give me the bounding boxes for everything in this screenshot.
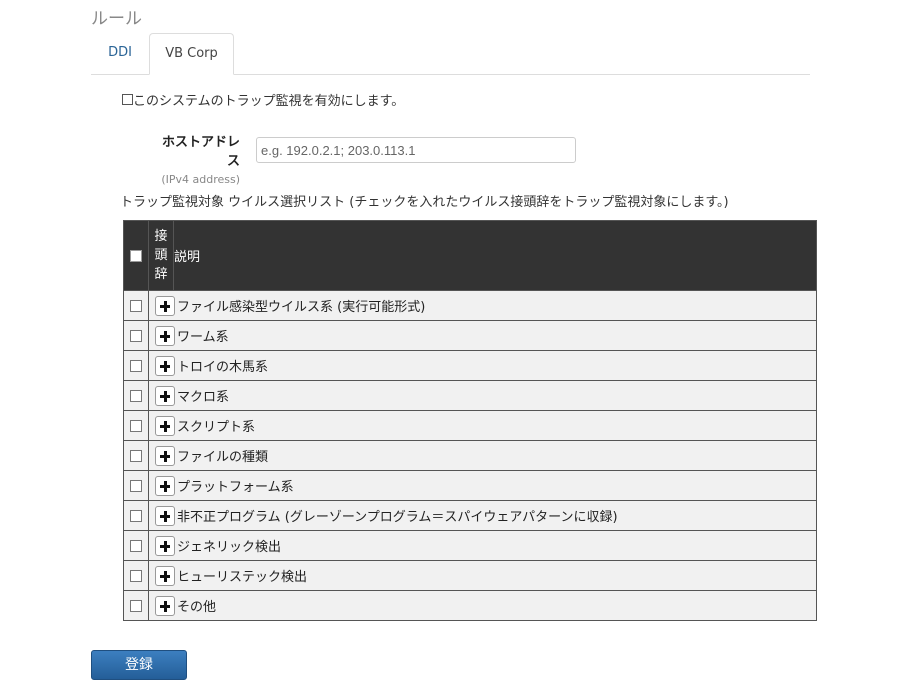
- row-description-cell: ジェネリック検出: [148, 530, 817, 561]
- expand-plus-icon[interactable]: [155, 385, 175, 406]
- row-checkbox[interactable]: [130, 389, 142, 402]
- row-checkbox[interactable]: [130, 419, 142, 432]
- select-all-checkbox[interactable]: [130, 249, 142, 262]
- table-row: その他: [123, 590, 817, 621]
- row-check-cell: [123, 500, 149, 531]
- row-check-cell: [123, 320, 149, 351]
- row-description-cell: スクリプト系: [148, 410, 817, 441]
- row-description-cell: ファイルの種類: [148, 440, 817, 471]
- enable-trap-label: このシステムのトラップ監視を有効にします。: [133, 94, 405, 109]
- enable-trap-checkbox[interactable]: [122, 94, 133, 105]
- virus-list-caption: トラップ監視対象 ウイルス選択リスト (チェックを入れたウイルス接頭辞をトラップ…: [120, 195, 729, 210]
- row-label: ワーム系: [177, 330, 229, 345]
- row-description-cell: 非不正プログラム (グレーゾーンプログラム＝スパイウェアパターンに収録): [148, 500, 817, 531]
- row-description-cell: その他: [148, 590, 817, 621]
- row-label: トロイの木馬系: [177, 360, 269, 375]
- table-row: プラットフォーム系: [123, 470, 817, 501]
- table-row: スクリプト系: [123, 410, 817, 441]
- row-description-cell: マクロ系: [148, 380, 817, 411]
- expand-plus-icon[interactable]: [155, 535, 175, 556]
- row-check-cell: [123, 440, 149, 471]
- row-check-cell: [123, 590, 149, 621]
- expand-plus-icon[interactable]: [155, 505, 175, 526]
- expand-plus-icon[interactable]: [155, 325, 175, 346]
- row-description-cell: プラットフォーム系: [148, 470, 817, 501]
- table-row: ファイル感染型ウイルス系 (実行可能形式): [123, 290, 817, 321]
- expand-plus-icon[interactable]: [155, 595, 175, 616]
- row-check-cell: [123, 410, 149, 441]
- row-check-cell: [123, 290, 149, 321]
- host-address-label-group: ホストアドレス (IPv4 address): [150, 131, 240, 186]
- host-address-sublabel: (IPv4 address): [161, 173, 240, 186]
- row-checkbox[interactable]: [130, 359, 142, 372]
- row-checkbox[interactable]: [130, 449, 142, 462]
- header-prefix: 接頭辞: [148, 220, 174, 291]
- row-description-cell: トロイの木馬系: [148, 350, 817, 381]
- row-check-cell: [123, 560, 149, 591]
- tab-bar: DDI VB Corp: [91, 33, 810, 75]
- expand-plus-icon[interactable]: [155, 295, 175, 316]
- expand-plus-icon[interactable]: [155, 445, 175, 466]
- page-title: ルール: [91, 9, 142, 29]
- row-checkbox[interactable]: [130, 329, 142, 342]
- tab-ddi[interactable]: DDI: [91, 33, 149, 73]
- virus-select-table: 接頭辞 説明 ファイル感染型ウイルス系 (実行可能形式) ワーム系トロイの木馬系マ…: [123, 220, 817, 621]
- expand-plus-icon[interactable]: [155, 415, 175, 436]
- row-check-cell: [123, 530, 149, 561]
- row-label: プラットフォーム系: [177, 480, 294, 495]
- header-prefix-label: 接頭辞: [154, 229, 168, 282]
- row-check-cell: [123, 350, 149, 381]
- expand-plus-icon[interactable]: [155, 355, 175, 376]
- enable-trap-row: このシステムのトラップ監視を有効にします。: [122, 90, 404, 109]
- table-row: 非不正プログラム (グレーゾーンプログラム＝スパイウェアパターンに収録): [123, 500, 817, 531]
- row-check-cell: [123, 380, 149, 411]
- row-checkbox[interactable]: [130, 299, 142, 312]
- row-label: スクリプト系: [177, 420, 256, 435]
- host-address-input[interactable]: [256, 137, 576, 163]
- row-label: ヒューリステック検出: [177, 570, 308, 585]
- table-row: ファイルの種類: [123, 440, 817, 471]
- row-check-cell: [123, 470, 149, 501]
- row-label: ファイル感染型ウイルス系 (実行可能形式): [177, 300, 426, 315]
- table-row: マクロ系: [123, 380, 817, 411]
- table-row: トロイの木馬系: [123, 350, 817, 381]
- row-label: ジェネリック検出: [177, 540, 282, 555]
- header-description: 説明: [173, 220, 817, 291]
- row-label: ファイルの種類: [177, 450, 269, 465]
- tab-vb-corp[interactable]: VB Corp: [149, 33, 234, 75]
- row-label: 非不正プログラム (グレーゾーンプログラム＝スパイウェアパターンに収録): [177, 510, 618, 525]
- row-description-cell: ヒューリステック検出: [148, 560, 817, 591]
- row-checkbox[interactable]: [130, 509, 142, 522]
- table-row: ジェネリック検出: [123, 530, 817, 561]
- row-checkbox[interactable]: [130, 539, 142, 552]
- row-checkbox[interactable]: [130, 599, 142, 612]
- host-address-label: ホストアドレス: [161, 135, 240, 169]
- expand-plus-icon[interactable]: [155, 475, 175, 496]
- row-label: マクロ系: [177, 390, 230, 405]
- expand-plus-icon[interactable]: [155, 565, 175, 586]
- row-checkbox[interactable]: [130, 569, 142, 582]
- table-row: ワーム系: [123, 320, 817, 351]
- row-description-cell: ファイル感染型ウイルス系 (実行可能形式): [148, 290, 817, 321]
- register-button[interactable]: 登録: [91, 650, 187, 680]
- row-checkbox[interactable]: [130, 479, 142, 492]
- row-description-cell: ワーム系: [148, 320, 817, 351]
- header-check-cell: [123, 220, 149, 291]
- table-header-row: 接頭辞 説明: [123, 220, 817, 291]
- row-label: その他: [177, 600, 217, 615]
- table-row: ヒューリステック検出: [123, 560, 817, 591]
